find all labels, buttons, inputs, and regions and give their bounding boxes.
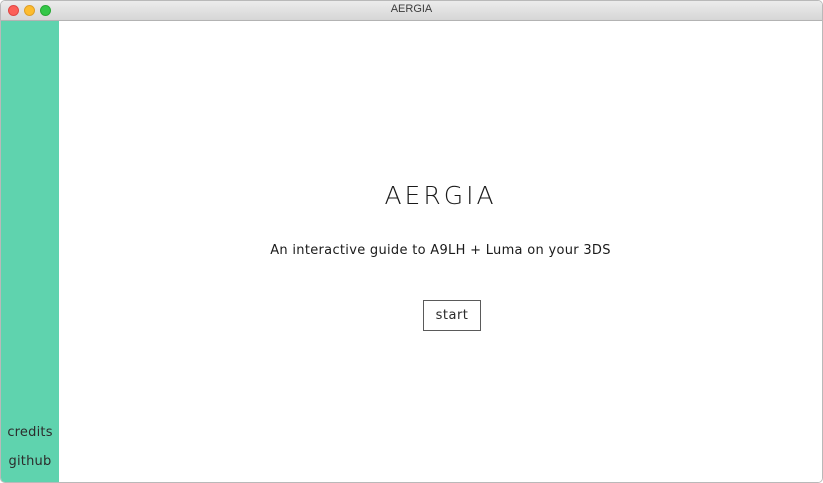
start-button[interactable]: start [423,300,481,331]
sidebar: credits github [1,21,59,482]
credits-link[interactable]: credits [1,425,59,440]
main-content: AERGIA An interactive guide to A9LH + Lu… [59,21,822,482]
app-title: AERGIA [384,181,497,210]
github-link[interactable]: github [1,454,59,469]
app-subtitle: An interactive guide to A9LH + Luma on y… [270,243,611,258]
window-title: AERGIA [390,3,433,15]
title-bar[interactable]: AERGIA [1,1,822,21]
app-window: AERGIA credits github AERGIA An interact… [0,0,823,483]
